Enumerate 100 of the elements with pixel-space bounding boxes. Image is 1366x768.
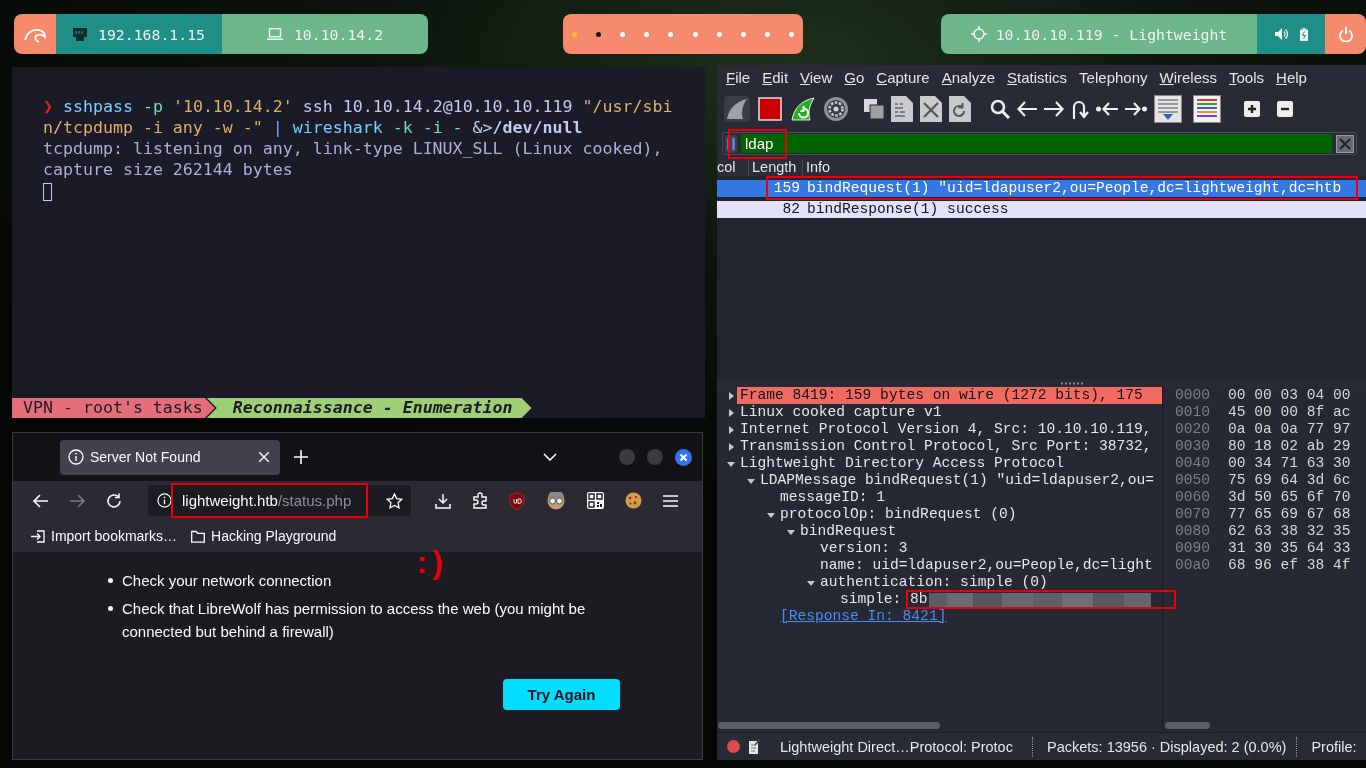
search-icon[interactable] <box>990 99 1010 119</box>
caret-down-icon[interactable] <box>727 459 735 468</box>
tree-item[interactable]: bindRequest <box>797 523 900 540</box>
bullet-icon <box>108 606 113 611</box>
packet-row[interactable]: 82 bindResponse(1) success <box>717 201 1366 218</box>
binary-file-icon[interactable] <box>891 96 913 122</box>
column-header[interactable]: Info <box>803 159 1366 176</box>
tree-item[interactable]: messageID: 1 <box>777 489 889 506</box>
workspace-dot-icon[interactable] <box>596 31 602 37</box>
arrow-dot-right-icon[interactable] <box>1125 101 1147 117</box>
menu-item[interactable]: File <box>726 69 751 86</box>
cookie-icon[interactable] <box>625 492 642 509</box>
hex-bytes: 3d 50 65 6f 70 <box>1228 489 1351 506</box>
try-again-button[interactable]: Try Again <box>503 679 620 710</box>
shield-icon[interactable] <box>509 491 525 510</box>
stop-icon[interactable] <box>757 96 783 122</box>
workspace-dot-icon[interactable] <box>572 31 577 37</box>
hex-bytes: 68 96 ef 38 4f <box>1228 557 1351 574</box>
menu-item[interactable]: Statistics <box>1007 69 1068 86</box>
hex-offset: 0000 <box>1175 387 1210 404</box>
workspace-dot-icon[interactable] <box>789 31 794 37</box>
menu-item[interactable]: Wireless <box>1159 69 1218 86</box>
colored-lines-icon[interactable] <box>1193 95 1221 123</box>
workspace-dot-icon[interactable] <box>716 31 722 37</box>
column-header[interactable]: Length <box>749 159 803 176</box>
fin-refresh-icon[interactable] <box>790 96 816 122</box>
browser-tab[interactable]: Server Not Found <box>60 439 280 475</box>
settings-icon[interactable] <box>823 96 849 122</box>
tree-item[interactable]: Transmission Control Protocol, Src Port: 38732, <box>737 438 1155 455</box>
tree-item[interactable]: simple: 8b <box>837 591 931 608</box>
tree-item[interactable]: authentication: simple (0) <box>817 574 1051 591</box>
caret-right-icon[interactable] <box>727 408 735 417</box>
download-icon[interactable] <box>435 492 451 509</box>
pages-icon[interactable] <box>864 99 884 119</box>
scrollbar-thumb[interactable] <box>718 722 940 729</box>
launcher-button[interactable] <box>14 14 56 54</box>
u-turn-arrow-icon[interactable] <box>1071 99 1089 119</box>
status-dot-icon[interactable] <box>727 740 740 753</box>
qr-code-icon[interactable] <box>587 492 604 509</box>
bookmark-item[interactable]: Import bookmarks… <box>31 528 178 544</box>
minus-icon[interactable] <box>1277 101 1293 117</box>
tree-item[interactable]: Lightweight Directory Access Protocol <box>737 455 1068 472</box>
menu-item[interactable]: Edit <box>762 69 789 86</box>
menu-icon[interactable] <box>663 494 678 507</box>
caret-right-icon[interactable] <box>727 442 735 451</box>
error-hint-text: Check that LibreWolf has permission to access the web (you might be connected but behind a firewall) <box>122 599 587 642</box>
column-header[interactable]: col <box>717 159 749 176</box>
menu-item[interactable]: Capture <box>876 69 930 86</box>
workspace-dot-icon[interactable] <box>740 31 746 37</box>
caret-down-icon[interactable] <box>767 510 775 519</box>
edit-note-icon[interactable] <box>749 739 761 754</box>
caret-down-icon[interactable] <box>807 578 815 587</box>
menu-item[interactable]: Go <box>844 69 865 86</box>
menu-item[interactable]: Help <box>1276 69 1307 86</box>
tree-item[interactable]: Internet Protocol Version 4, Src: 10.10.10.119, <box>737 421 1155 438</box>
tree-item[interactable]: LDAPMessage bindRequest(1) "uid=ldapuser2,ou= <box>757 472 1158 489</box>
menu-item[interactable]: Tools <box>1229 69 1265 86</box>
volume-icon[interactable] <box>1274 28 1288 40</box>
glasses-face-icon[interactable] <box>546 491 566 510</box>
close-icon[interactable] <box>675 448 692 466</box>
profile-text[interactable]: Profile: <box>1297 738 1357 755</box>
dot-arrow-left-icon[interactable] <box>1096 101 1118 117</box>
hex-offset: 0050 <box>1175 472 1210 489</box>
url-field[interactable]: lightweight.htb/status.php <box>148 485 411 516</box>
power-button[interactable] <box>1325 14 1366 54</box>
workspace-dot-icon[interactable] <box>620 31 626 37</box>
scrollbar-thumb[interactable] <box>1165 722 1210 729</box>
tree-item[interactable]: Linux cooked capture v1 <box>737 404 945 421</box>
terminal-output: tcpdump: listening on any, link-type LINUX_SLL (Linux cooked), <box>43 138 663 159</box>
plus-icon[interactable] <box>294 450 308 464</box>
battery-icon[interactable] <box>1299 27 1308 41</box>
chevron-down-icon[interactable] <box>543 453 557 461</box>
menu-item[interactable]: Analyze <box>941 69 996 86</box>
menu-item[interactable]: View <box>800 69 833 86</box>
star-icon[interactable] <box>386 492 403 509</box>
tree-item[interactable]: version: 3 <box>817 540 911 557</box>
caret-right-icon[interactable] <box>727 425 735 434</box>
shark-fin-icon[interactable] <box>724 96 750 122</box>
caret-right-icon[interactable] <box>727 391 735 400</box>
tree-item[interactable]: protocolOp: bindRequest (0) <box>777 506 1020 523</box>
close-icon[interactable] <box>259 452 269 462</box>
tree-item[interactable]: name: uid=ldapuser2,ou=People,dc=light <box>817 557 1156 574</box>
file-reload-icon[interactable] <box>949 96 971 122</box>
file-close-icon[interactable] <box>920 96 942 122</box>
workspace-dot-icon[interactable] <box>668 31 674 37</box>
bookmark-item[interactable]: Hacking Playground <box>191 528 337 544</box>
workspace-dot-icon[interactable] <box>692 31 698 37</box>
menu-item[interactable]: Telephony <box>1079 69 1148 86</box>
tree-item[interactable]: Frame 8419: 159 bytes on wire (1272 bits), 175 <box>737 387 1162 404</box>
circular-arrow-icon[interactable] <box>106 492 123 509</box>
caret-down-icon[interactable] <box>747 476 755 485</box>
workspace-dot-icon[interactable] <box>644 31 650 37</box>
arrow-left-icon[interactable] <box>1017 101 1037 117</box>
workspace-dot-icon[interactable] <box>764 31 770 37</box>
plus-icon[interactable] <box>1244 101 1260 117</box>
response-link[interactable]: [Response In: 8421] <box>777 608 950 625</box>
caret-down-icon[interactable] <box>787 527 795 536</box>
puzzle-piece-icon[interactable] <box>472 492 488 509</box>
grip-icon[interactable] <box>1060 381 1083 385</box>
terminal-output: capture size 262144 bytes <box>43 159 293 180</box>
